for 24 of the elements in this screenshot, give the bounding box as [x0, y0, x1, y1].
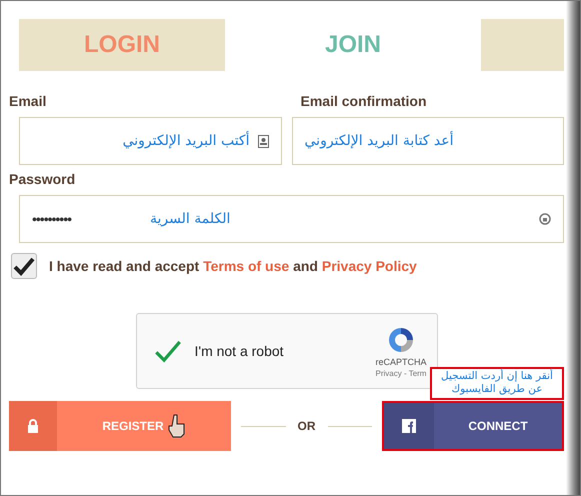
captcha-check-icon[interactable] — [152, 338, 182, 364]
contact-card-icon — [258, 134, 268, 148]
recaptcha-brand: reCAPTCHA — [375, 356, 426, 366]
annotation-text: الكلمة السرية — [150, 211, 230, 227]
email-confirmation-field[interactable]: أعد كتابة البريد الإلكتروني — [292, 117, 564, 165]
field-label: Email confirmation — [300, 93, 428, 109]
email-field[interactable]: أكتب البريد الإلكتروني — [19, 117, 282, 165]
annotation-text: أعد كتابة البريد الإلكتروني — [304, 133, 454, 149]
field-label: Email — [9, 93, 48, 109]
register-button[interactable]: REGISTER — [9, 401, 231, 451]
annotation-text: أكتب البريد الإلكتروني — [122, 133, 250, 149]
privacy-link[interactable]: Privacy Policy — [322, 258, 417, 274]
field-label: Password — [9, 171, 76, 187]
password-value: •••••••••• — [32, 211, 72, 227]
captcha-label: I'm not a robot — [194, 343, 285, 359]
connect-button[interactable]: CONNECT — [382, 401, 564, 451]
pointer-hand-icon — [168, 414, 186, 438]
terms-link[interactable]: Terms of use — [203, 258, 290, 274]
password-field[interactable]: •••••••••• الكلمة السرية — [19, 195, 564, 243]
facebook-icon — [402, 419, 416, 433]
recaptcha-links[interactable]: Privacy - Term — [376, 368, 426, 378]
separator-text: OR — [298, 419, 316, 433]
annotation-callout: أنقر هنا إن أردت التسجيل عن طريق الفايسبوك — [430, 366, 564, 400]
terms-text: I have read and accept Terms of use and Privacy Policy — [49, 258, 417, 274]
